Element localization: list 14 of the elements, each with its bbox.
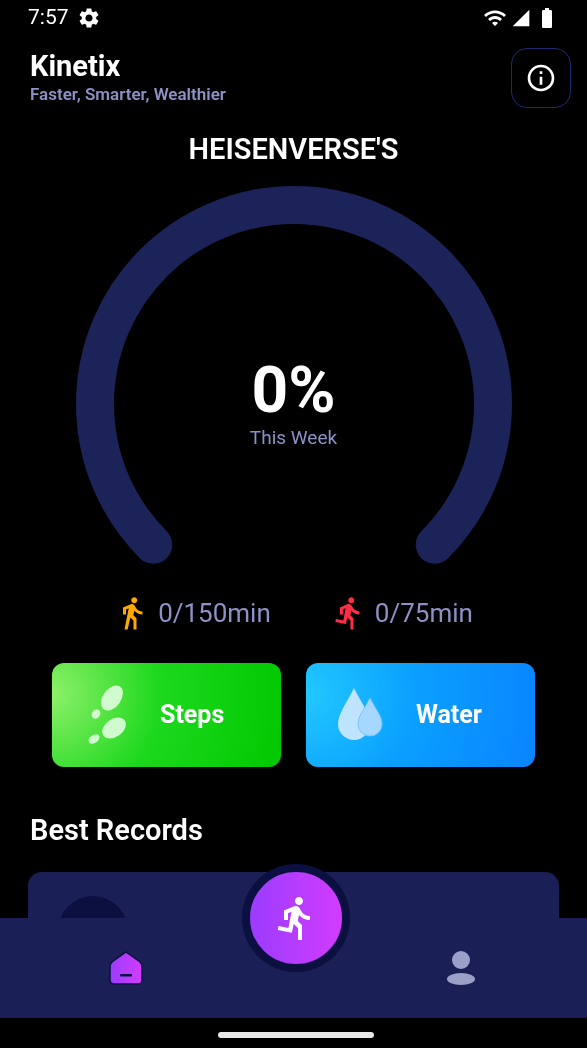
info-icon bbox=[525, 62, 557, 94]
water-card[interactable]: Water bbox=[306, 662, 535, 767]
profile-icon[interactable] bbox=[446, 950, 476, 986]
app-title: Kinetix bbox=[30, 48, 122, 84]
status-time: 7:57 bbox=[28, 4, 69, 32]
user-title: HEISENVERSE'S bbox=[188, 131, 399, 168]
week-caption: This Week bbox=[249, 425, 338, 450]
section-title: Best Records bbox=[30, 812, 203, 847]
info-button[interactable] bbox=[511, 48, 571, 108]
weekly-percentage: 0% bbox=[251, 355, 336, 426]
app-subtitle: Faster, Smarter, Wealthier bbox=[30, 84, 226, 104]
signal-icon bbox=[511, 8, 531, 28]
steps-card[interactable]: Steps bbox=[52, 662, 281, 767]
home-icon[interactable] bbox=[108, 950, 144, 986]
